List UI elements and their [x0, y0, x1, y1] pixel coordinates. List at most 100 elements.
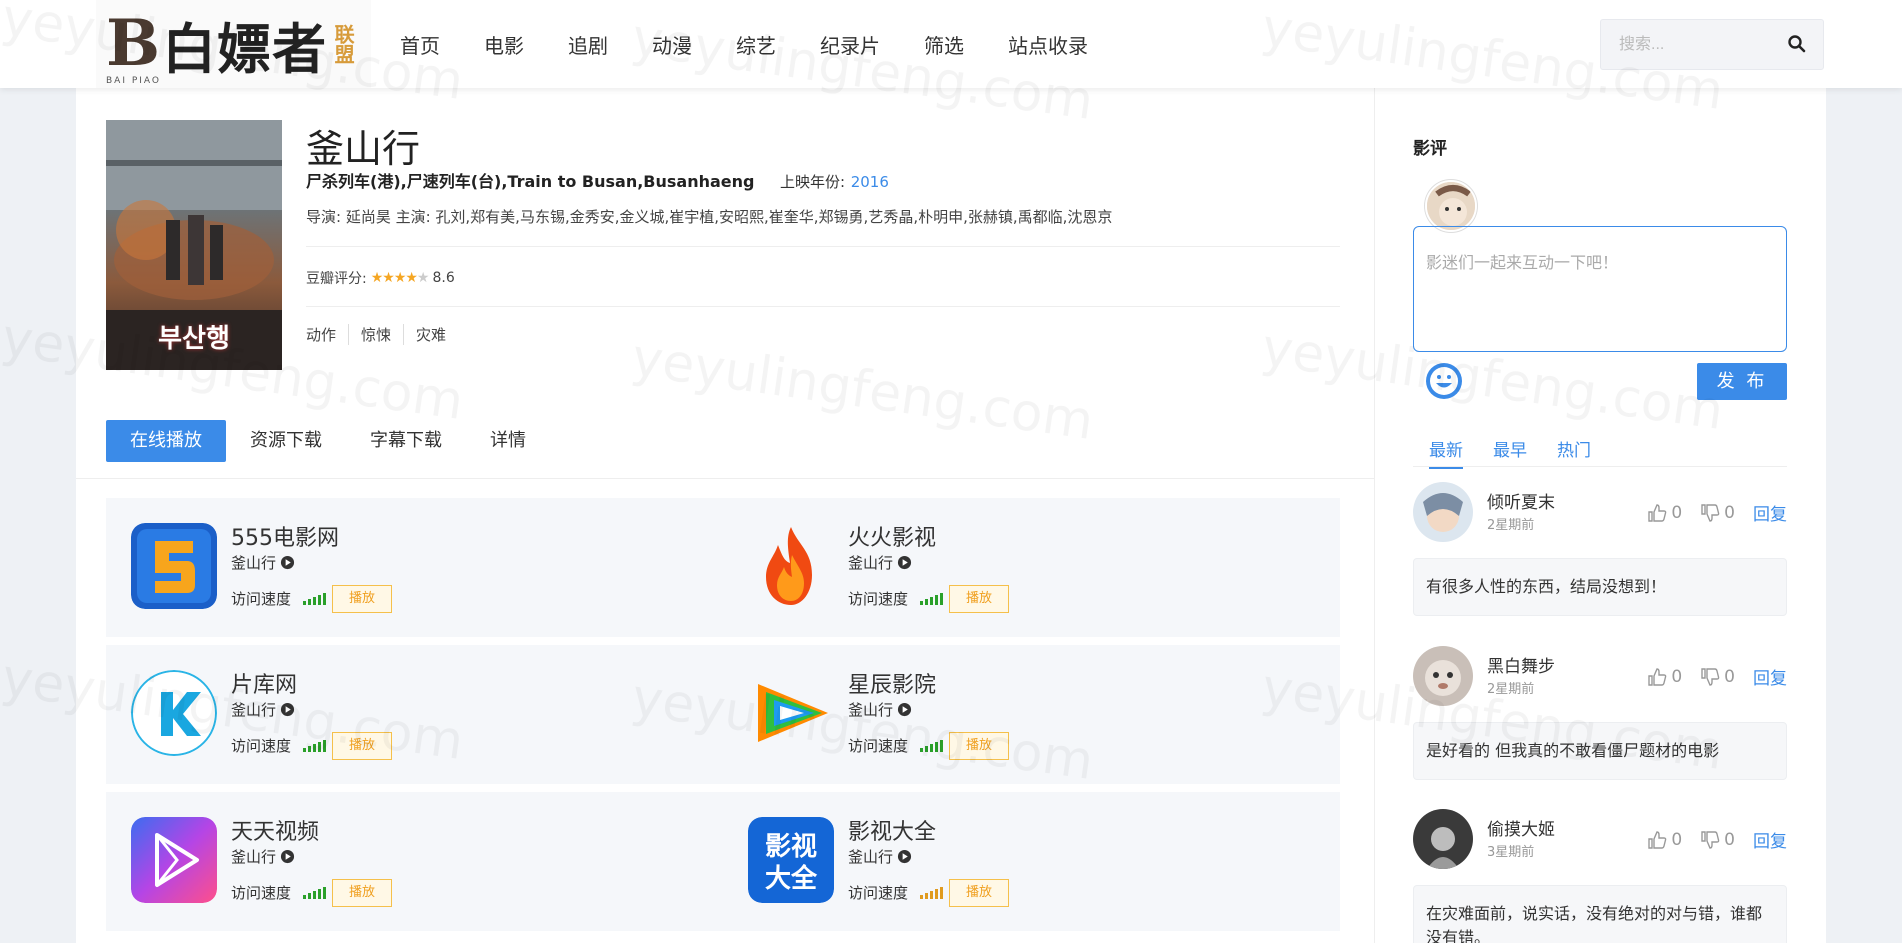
movie-crew: 导演: 延尚昊 主演: 孔刘,郑有美,马东锡,金秀安,金义城,崔宇植,安昭熙,崔…: [306, 208, 1113, 226]
rainbow-play-icon[interactable]: [748, 670, 834, 756]
comment-sort-tabs: 最新 最早 热门: [1429, 436, 1621, 469]
divider: [76, 478, 1374, 479]
reply-button[interactable]: 回复: [1753, 827, 1787, 852]
avatar[interactable]: [1413, 809, 1473, 869]
nav-filter[interactable]: 筛选: [924, 30, 964, 59]
source-episode[interactable]: 釜山行: [848, 699, 912, 720]
555-icon[interactable]: [131, 523, 217, 609]
site-logo[interactable]: B 白嫖者 联盟 BAI PIAO: [96, 0, 371, 88]
play-button[interactable]: 播放: [949, 879, 1009, 907]
source-episode-label: 釜山行: [231, 554, 277, 572]
nav-documentary[interactable]: 纪录片: [820, 30, 880, 59]
avatar[interactable]: [1413, 482, 1473, 542]
like-count: 0: [1671, 502, 1683, 523]
play-button[interactable]: 播放: [332, 732, 392, 760]
play-button[interactable]: 播放: [332, 879, 392, 907]
main-nav: 首页 电影 追剧 动漫 综艺 纪录片 筛选 站点收录: [400, 0, 1132, 88]
svg-text:大全: 大全: [765, 863, 818, 894]
tiantian-icon[interactable]: [131, 817, 217, 903]
reply-button[interactable]: 回复: [1753, 500, 1787, 525]
like-button[interactable]: 0: [1647, 503, 1682, 523]
comment-time: 3星期前: [1487, 845, 1535, 860]
comment-text: 是好看的 但我真的不敢看僵尸题材的电影: [1413, 722, 1787, 780]
source-episode[interactable]: 釜山行: [231, 699, 295, 720]
sort-hot[interactable]: 热门: [1557, 436, 1591, 469]
source-row: 天天视频 釜山行 访问速度 播放 影视 大全 影视大全 釜山行 访问速度 播放: [106, 792, 1340, 931]
source-episode[interactable]: 釜山行: [231, 552, 295, 573]
source-name[interactable]: 天天视频: [231, 814, 319, 846]
play-circle-icon: [897, 702, 912, 717]
genre-tag[interactable]: 惊悚: [361, 324, 405, 345]
logo-subtitle: BAI PIAO: [106, 76, 162, 86]
source-name[interactable]: 555电影网: [231, 520, 339, 552]
nav-home[interactable]: 首页: [400, 30, 440, 59]
source-episode[interactable]: 釜山行: [848, 846, 912, 867]
play-circle-icon: [897, 849, 912, 864]
thumbs-up-icon: [1648, 830, 1667, 849]
emoji-icon[interactable]: [1425, 362, 1463, 400]
access-speed: 访问速度: [848, 882, 945, 903]
genre-tag[interactable]: 动作: [306, 324, 350, 345]
nav-anime[interactable]: 动漫: [652, 30, 692, 59]
like-button[interactable]: 0: [1647, 830, 1682, 850]
release-year[interactable]: 2016: [851, 173, 889, 191]
search-input[interactable]: [1601, 20, 1781, 69]
dislike-button[interactable]: 0: [1700, 503, 1735, 523]
nav-sites[interactable]: 站点收录: [1008, 30, 1088, 59]
play-button[interactable]: 播放: [949, 585, 1009, 613]
dislike-count: 0: [1724, 829, 1735, 850]
logo-text: 白嫖者: [162, 17, 328, 81]
comment-input[interactable]: [1426, 249, 1774, 329]
sort-earliest[interactable]: 最早: [1493, 436, 1527, 469]
play-button[interactable]: 播放: [949, 732, 1009, 760]
reply-button[interactable]: 回复: [1753, 664, 1787, 689]
like-button[interactable]: 0: [1647, 667, 1682, 687]
source-name[interactable]: 影视大全: [848, 814, 936, 846]
tab-details[interactable]: 详情: [466, 420, 550, 462]
poster-title: 부산행: [158, 324, 230, 354]
nav-series[interactable]: 追剧: [568, 30, 608, 59]
source-row: 片库网 釜山行 访问速度 播放 星辰影院 釜山行 访问速度 播放: [106, 645, 1340, 784]
rating-stars-icon: ★★★★★: [370, 270, 430, 286]
signal-bars-icon: [303, 739, 328, 752]
review-sidebar: 影评 发 布 最新 最早 热门 倾听夏末 2星期前 0 0 回复 有很多人性的东…: [1374, 88, 1826, 943]
movie-poster[interactable]: 부산행: [106, 120, 282, 370]
dislike-count: 0: [1724, 666, 1735, 687]
nav-variety[interactable]: 综艺: [736, 30, 776, 59]
genre-tags: 动作 惊悚 灾难: [306, 324, 470, 345]
tab-online-play[interactable]: 在线播放: [106, 420, 226, 462]
source-episode[interactable]: 釜山行: [231, 846, 295, 867]
comment-username[interactable]: 偷摸大姬: [1487, 815, 1555, 840]
source-name[interactable]: 片库网: [231, 667, 297, 699]
comment-actions: 0 0 回复: [1647, 500, 1787, 525]
source-episode[interactable]: 釜山行: [848, 552, 912, 573]
dislike-count: 0: [1724, 502, 1735, 523]
site-header: B 白嫖者 联盟 BAI PIAO 首页 电影 追剧 动漫 综艺 纪录片 筛选 …: [0, 0, 1902, 88]
tab-subtitles[interactable]: 字幕下载: [346, 420, 466, 462]
nav-movies[interactable]: 电影: [484, 30, 524, 59]
k-icon[interactable]: [131, 670, 217, 756]
comment-username[interactable]: 倾听夏末: [1487, 488, 1555, 513]
avatar[interactable]: [1425, 180, 1477, 232]
search-icon[interactable]: [1787, 34, 1807, 54]
signal-bars-icon: [303, 592, 328, 605]
tab-download[interactable]: 资源下载: [226, 420, 346, 462]
access-speed: 访问速度: [848, 588, 945, 609]
content-tabs: 在线播放 资源下载 字幕下载 详情: [106, 420, 550, 462]
publish-button[interactable]: 发 布: [1697, 363, 1787, 400]
access-speed: 访问速度: [231, 735, 328, 756]
flame-icon[interactable]: [748, 523, 834, 609]
dislike-button[interactable]: 0: [1700, 830, 1735, 850]
avatar[interactable]: [1413, 646, 1473, 706]
source-name[interactable]: 火火影视: [848, 520, 936, 552]
dislike-button[interactable]: 0: [1700, 667, 1735, 687]
yingshi-icon[interactable]: 影视 大全: [748, 817, 834, 903]
comment-username[interactable]: 黑白舞步: [1487, 652, 1555, 677]
source-episode-label: 釜山行: [231, 848, 277, 866]
source-name[interactable]: 星辰影院: [848, 667, 936, 699]
comment-actions: 0 0 回复: [1647, 664, 1787, 689]
sort-latest[interactable]: 最新: [1429, 436, 1463, 469]
genre-tag[interactable]: 灾难: [416, 324, 458, 345]
play-button[interactable]: 播放: [332, 585, 392, 613]
thumbs-up-icon: [1648, 503, 1667, 522]
